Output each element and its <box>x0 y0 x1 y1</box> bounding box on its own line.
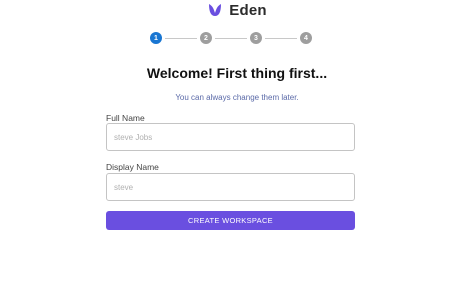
brand-name: Eden <box>229 1 267 19</box>
display-name-label: Display Name <box>106 162 159 172</box>
progress-stepper: 1 2 3 4 <box>150 32 312 44</box>
step-2[interactable]: 2 <box>200 32 212 44</box>
display-name-input[interactable] <box>106 173 355 201</box>
step-4[interactable]: 4 <box>300 32 312 44</box>
create-workspace-button[interactable]: CREATE WORKSPACE <box>106 211 355 230</box>
brand-logo: Eden <box>0 1 474 19</box>
full-name-input[interactable] <box>106 123 355 151</box>
leaf-logo-icon <box>209 4 222 16</box>
full-name-label: Full Name <box>106 113 145 123</box>
step-3[interactable]: 3 <box>250 32 262 44</box>
step-1[interactable]: 1 <box>150 32 162 44</box>
page-title: Welcome! First thing first... <box>146 65 328 81</box>
step-connector <box>265 37 297 39</box>
page-subtitle: You can always change them later. <box>175 93 299 102</box>
step-connector <box>165 37 197 39</box>
step-connector <box>215 37 247 39</box>
